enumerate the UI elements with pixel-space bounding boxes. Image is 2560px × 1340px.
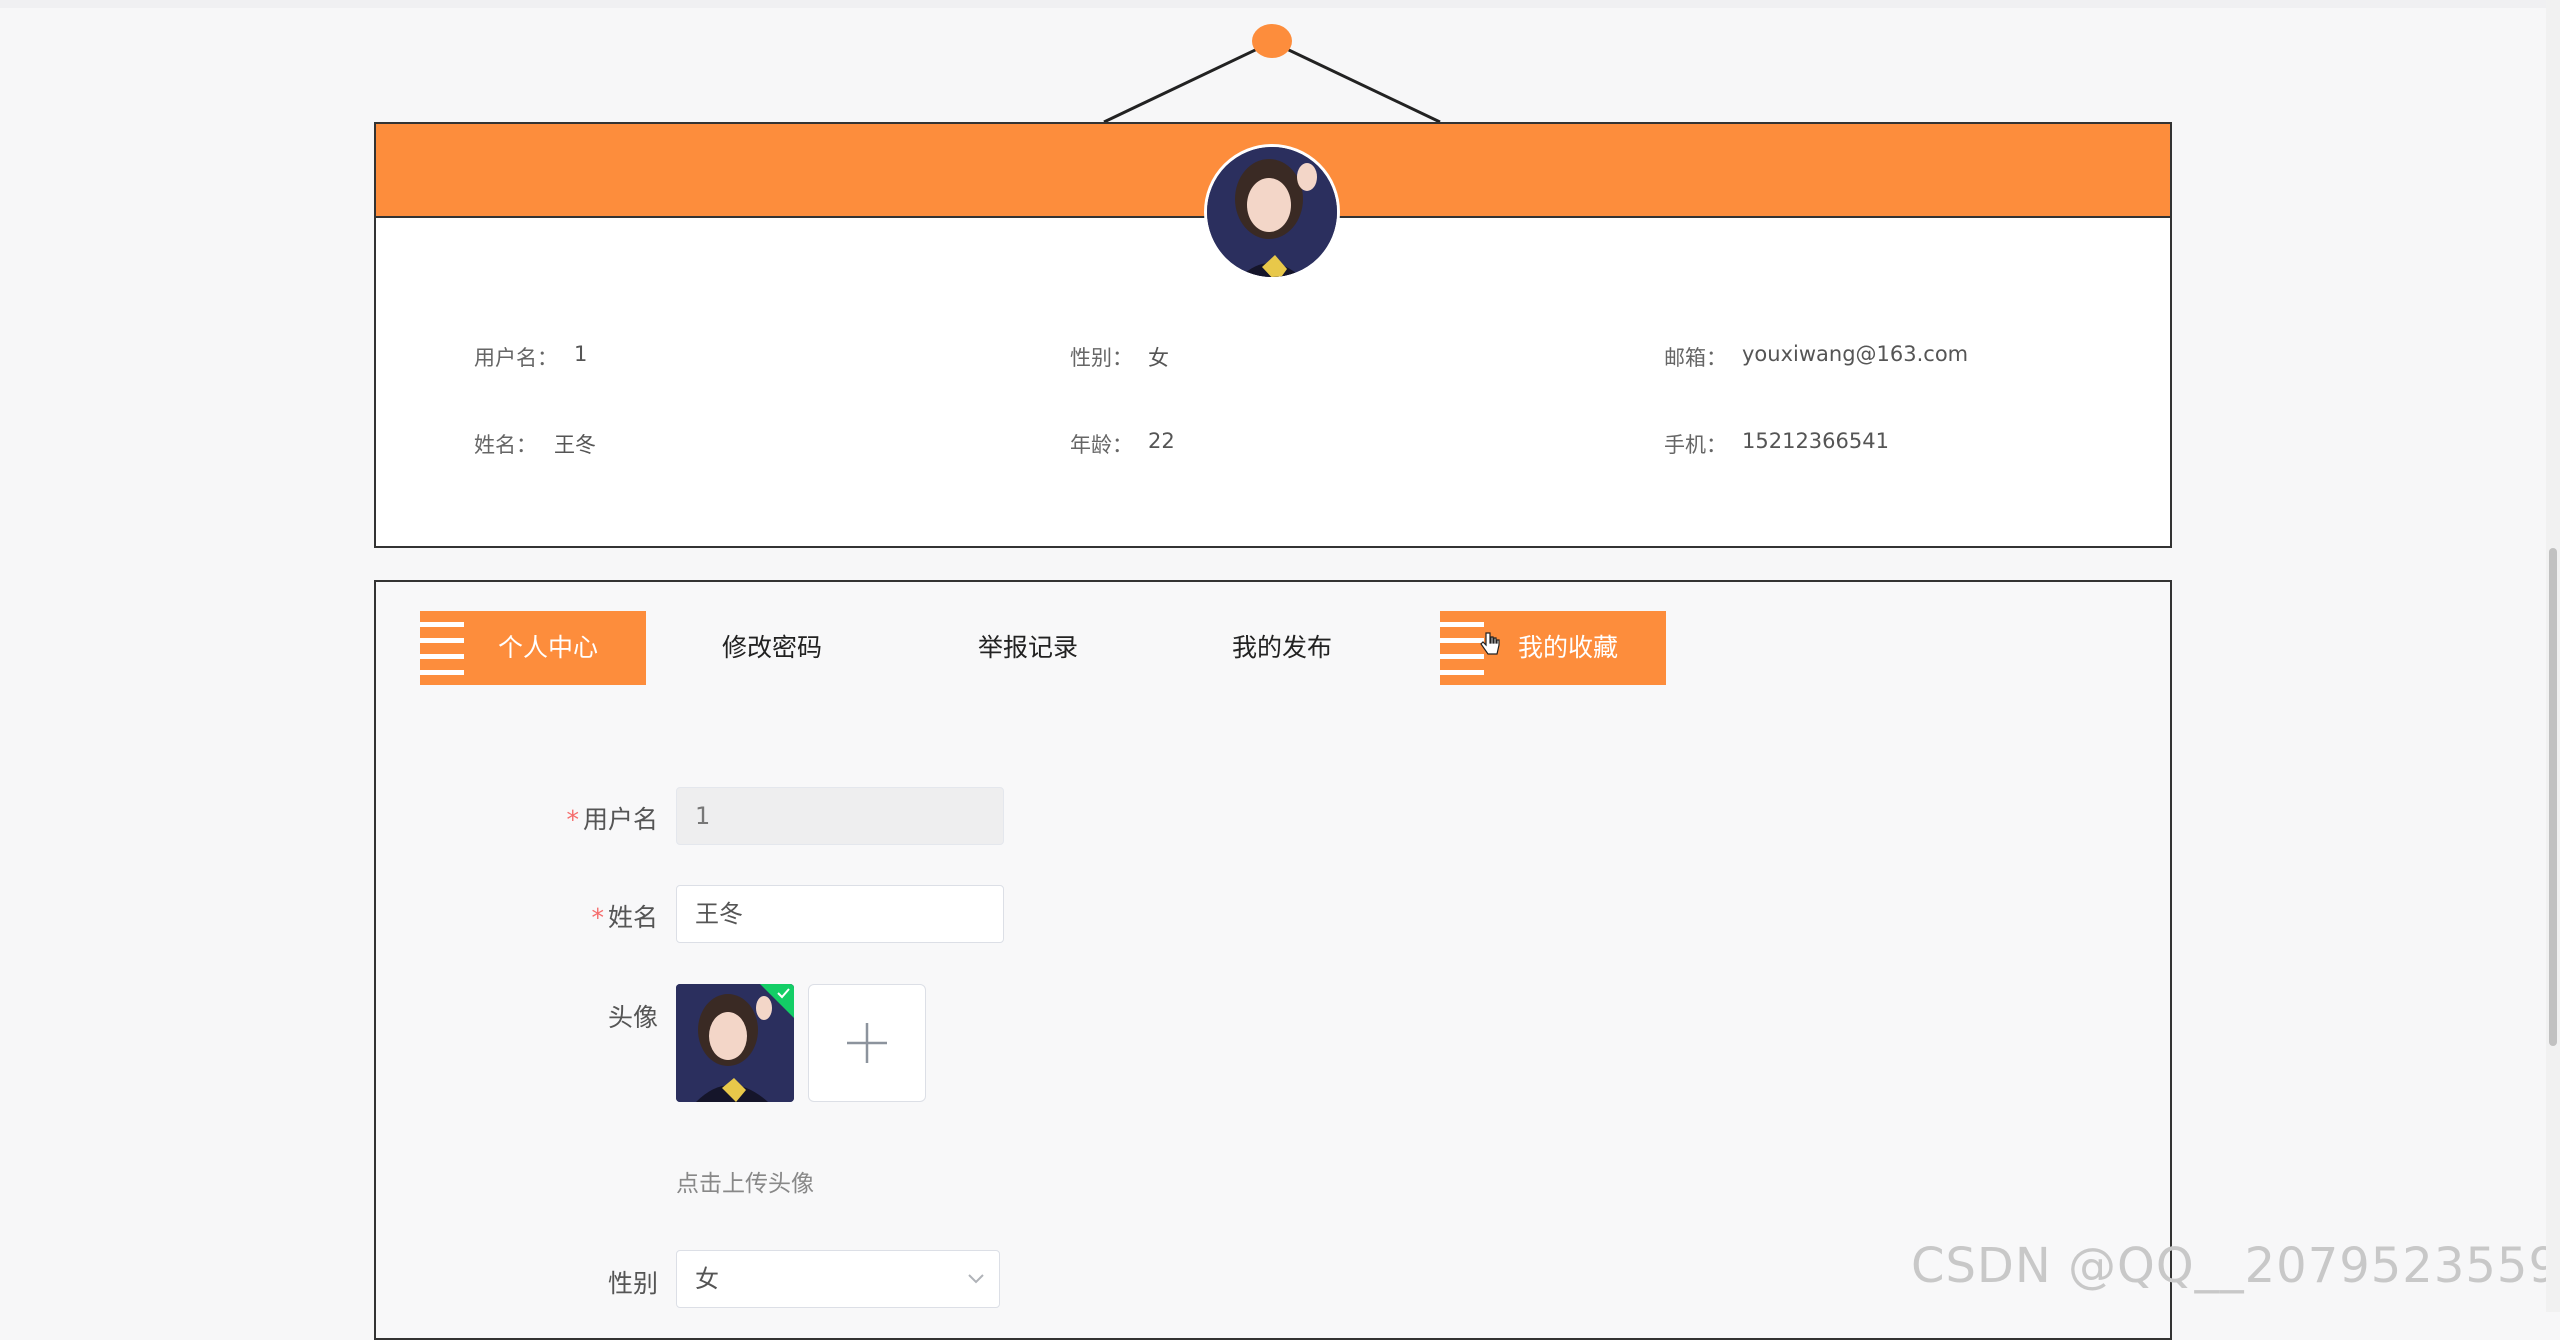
tab-change-password[interactable]: 修改密码 <box>672 611 872 685</box>
profile-card: 用户名： 1 性别： 女 邮箱： youxiwang@163.com 姓名： 王… <box>374 122 2172 548</box>
form-gender-label: 性别 <box>607 1269 658 1298</box>
chevron-down-icon <box>968 1274 984 1284</box>
phone-label: 手机： <box>1664 433 1727 457</box>
tab-report-records[interactable]: 举报记录 <box>928 611 1128 685</box>
tab-label: 我的收藏 <box>1517 633 1618 662</box>
form-username-label: * 用户名 <box>566 805 658 834</box>
gender-value: 女 <box>1148 346 1169 370</box>
tab-label: 举报记录 <box>977 633 1078 662</box>
top-edge <box>0 0 2560 8</box>
age-value: 22 <box>1148 429 1175 453</box>
tab-stripes-decoration <box>1440 611 1484 685</box>
gender-select[interactable]: 女 <box>676 1250 1000 1308</box>
hanger-decoration <box>1103 24 1441 124</box>
username-label: 用户名： <box>474 346 558 370</box>
watermark: CSDN @QQ__2079523559 <box>1910 1238 2560 1294</box>
avatar-thumbnail[interactable] <box>676 984 794 1102</box>
tab-stripes-decoration <box>420 611 464 685</box>
name-input[interactable]: 王冬 <box>676 885 1004 943</box>
name-value: 王冬 <box>554 433 596 457</box>
tab-label: 我的发布 <box>1231 633 1332 662</box>
tab-personal-center[interactable]: 个人中心 <box>420 611 646 685</box>
tab-label: 修改密码 <box>721 633 822 662</box>
username-value: 1 <box>574 342 588 366</box>
tab-label: 个人中心 <box>497 633 598 662</box>
user-center-panel: 个人中心 修改密码 举报记录 我的发布 我的收藏 * 用户名 1 * 姓名 王冬 头… <box>374 580 2172 1340</box>
scrollbar-thumb[interactable] <box>2549 548 2557 1046</box>
email-value: youxiwang@163.com <box>1742 342 1969 366</box>
avatar-upload-button[interactable] <box>808 984 926 1102</box>
gender-select-value: 女 <box>695 1265 719 1293</box>
hanger-pin-icon <box>1252 24 1292 58</box>
plus-icon <box>847 1023 887 1063</box>
tab-my-favorites[interactable]: 我的收藏 <box>1440 611 1666 685</box>
hand-cursor-icon <box>1480 632 1500 655</box>
profile-avatar <box>1204 144 1340 280</box>
required-mark: * <box>591 903 604 932</box>
age-label: 年龄： <box>1070 433 1133 457</box>
name-label: 姓名： <box>474 433 537 457</box>
email-label: 邮箱： <box>1664 346 1727 370</box>
tab-my-posts[interactable]: 我的发布 <box>1182 611 1382 685</box>
gender-label: 性别： <box>1070 346 1133 370</box>
form-name-label: * 姓名 <box>591 903 658 932</box>
avatar-upload-hint: 点击上传头像 <box>676 1171 814 1197</box>
required-mark: * <box>566 805 579 834</box>
page-scrollbar[interactable] <box>2546 0 2560 1312</box>
phone-value: 15212366541 <box>1742 429 1889 453</box>
form-avatar-label: 头像 <box>607 1003 658 1032</box>
username-input[interactable]: 1 <box>676 787 1004 845</box>
